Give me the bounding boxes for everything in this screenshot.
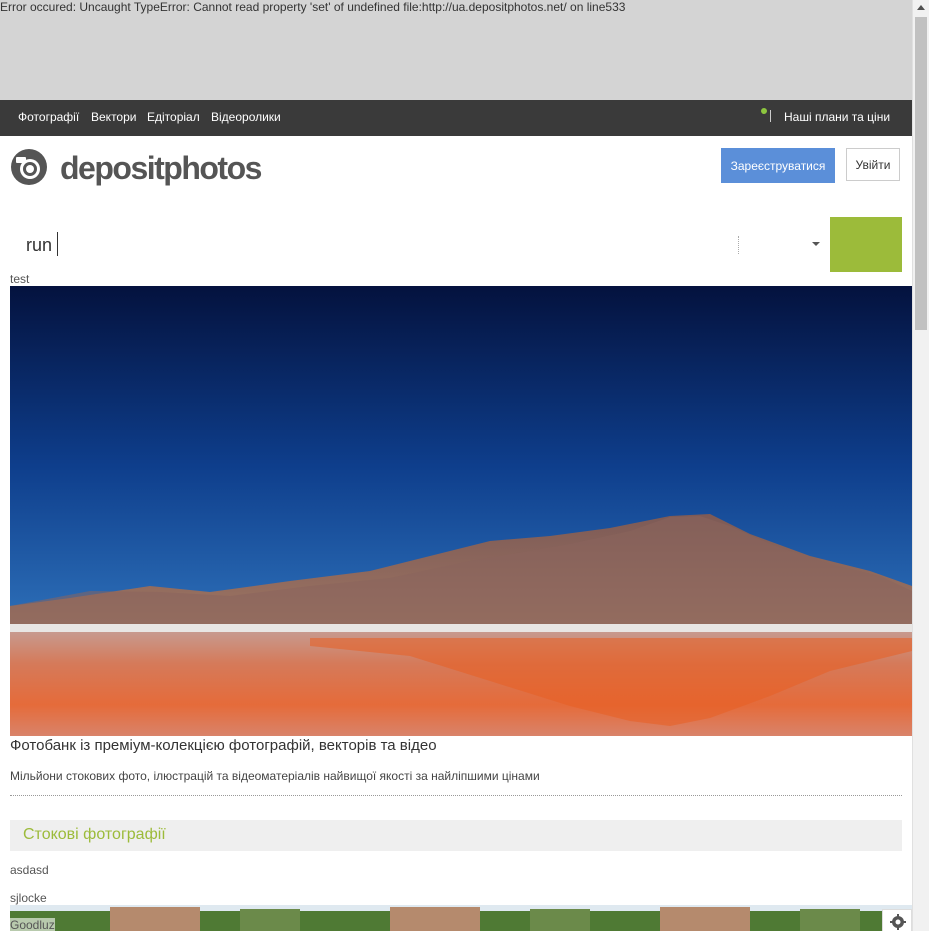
text-cursor [57, 232, 58, 256]
logo[interactable]: depositphotos [10, 148, 262, 188]
hero-image [10, 286, 912, 736]
nav-videos[interactable]: Відеоролики [211, 110, 281, 124]
banner-title: Фотобанк із преміум-колекцією фотографій… [10, 737, 437, 754]
register-button[interactable]: Зареєструватися [721, 148, 835, 183]
scroll-thumb[interactable] [915, 17, 927, 330]
section-header: Стокові фотографії [10, 820, 902, 851]
error-message: Error occured: Uncaught TypeError: Canno… [0, 0, 626, 14]
error-bar: Error occured: Uncaught TypeError: Canno… [0, 0, 912, 100]
login-button[interactable]: Увійти [846, 148, 900, 181]
nav-divider [770, 110, 771, 122]
search-button[interactable] [830, 217, 902, 272]
logo-text: depositphotos [60, 150, 262, 186]
nav-vectors[interactable]: Вектори [91, 110, 136, 124]
divider [10, 795, 902, 796]
search-input[interactable] [24, 226, 728, 264]
top-nav: Фотографії Вектори Едіторіал Відеоролики… [0, 100, 912, 136]
nav-plans-pricing[interactable]: Наші плани та ціни [784, 110, 890, 124]
search-divider [738, 236, 739, 254]
scroll-up-icon[interactable] [917, 5, 925, 10]
author-label[interactable]: Goodluz [10, 918, 55, 932]
gear-icon[interactable] [882, 909, 912, 931]
nav-photos[interactable]: Фотографії [18, 110, 79, 124]
status-dot [761, 108, 767, 114]
banner-subtitle: Мільйони стокових фото, ілюстрацій та ві… [10, 769, 540, 783]
thumbnail-strip[interactable] [10, 905, 912, 931]
author-label[interactable]: sjlocke [10, 891, 47, 905]
nav-editorial[interactable]: Едіторіал [147, 110, 200, 124]
camera-logo-icon [11, 149, 47, 185]
chevron-down-icon[interactable] [812, 242, 820, 246]
banner-label: test [10, 272, 30, 286]
vertical-scrollbar[interactable] [912, 0, 929, 931]
author-label[interactable]: asdasd [10, 863, 49, 877]
section-title[interactable]: Стокові фотографії [23, 826, 166, 844]
